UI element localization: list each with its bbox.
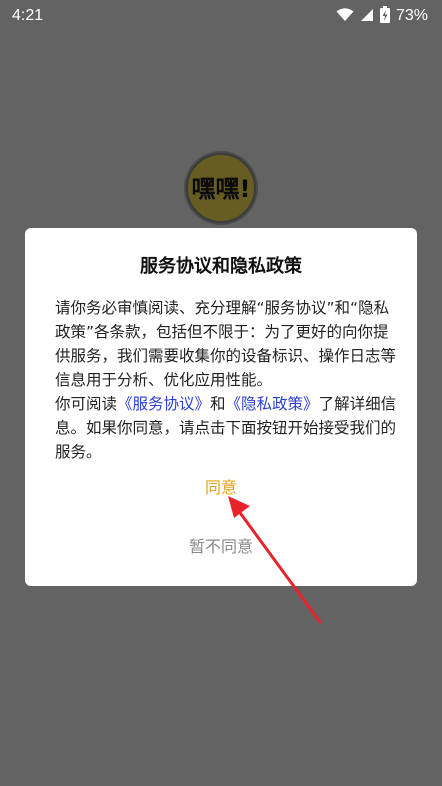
body-p2-and: 和 <box>210 395 226 413</box>
status-bar: 4:21 73% <box>0 0 442 32</box>
terms-of-service-link[interactable]: 《服务协议》 <box>117 395 210 413</box>
signal-icon <box>360 7 374 26</box>
privacy-policy-link[interactable]: 《隐私政策》 <box>226 395 319 413</box>
logo-text: 嘿嘿! <box>192 175 251 203</box>
wifi-icon <box>336 7 354 26</box>
status-icons: 73% <box>336 5 428 27</box>
battery-charging-icon <box>379 5 390 27</box>
body-p2-prefix: 你可阅读 <box>55 395 118 413</box>
battery-percent: 73% <box>395 7 428 24</box>
status-time: 4:21 <box>12 7 44 24</box>
annotation-arrow-icon <box>228 496 322 624</box>
dialog-body: 请你务必审慎阅读、充分理解“服务协议”和“隐私政策”各条款，包括但不限于：为了更… <box>55 296 401 464</box>
dialog-body-paragraph-2: 你可阅读《服务协议》和《隐私政策》了解详细信息。如果你同意，请点击下面按钮开始接… <box>55 392 401 464</box>
dialog-body-paragraph-1: 请你务必审慎阅读、充分理解“服务协议”和“隐私政策”各条款，包括但不限于：为了更… <box>55 299 397 389</box>
app-logo: 嘿嘿! <box>183 150 259 226</box>
dialog-title: 服务协议和隐私政策 <box>140 256 302 277</box>
